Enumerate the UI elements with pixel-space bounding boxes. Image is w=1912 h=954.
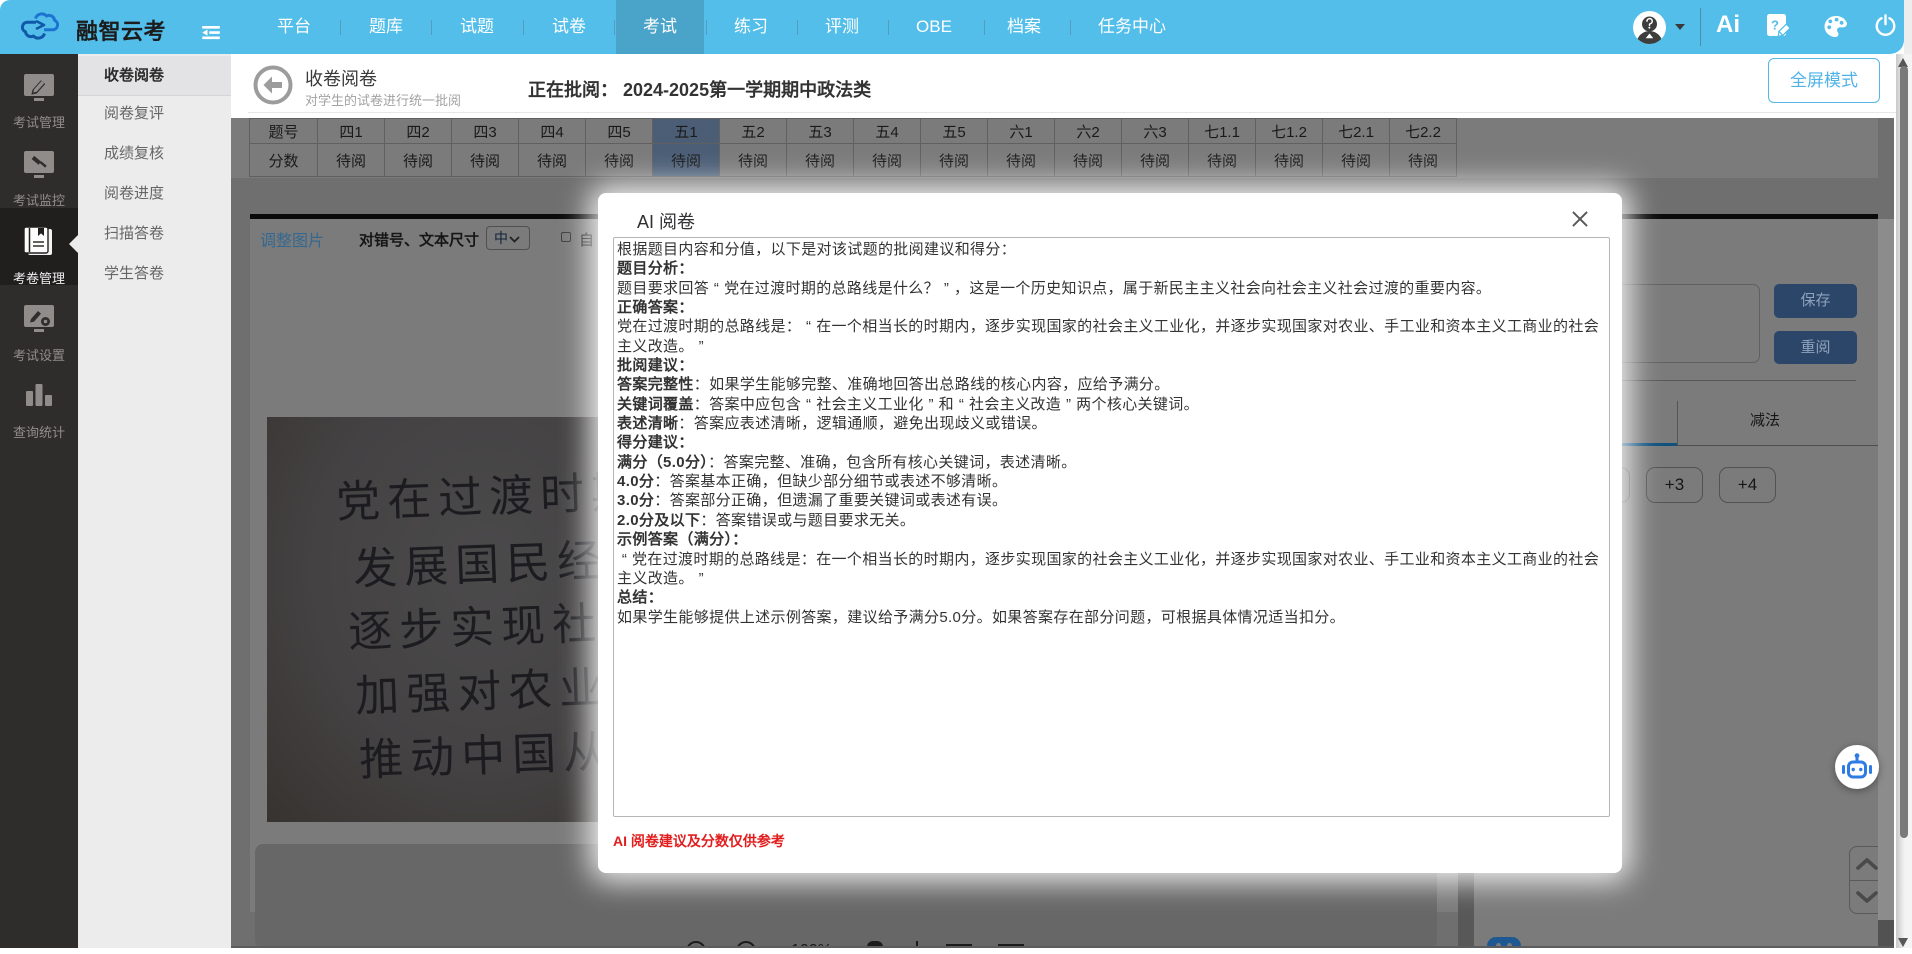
- svg-text:?: ?: [1771, 18, 1779, 33]
